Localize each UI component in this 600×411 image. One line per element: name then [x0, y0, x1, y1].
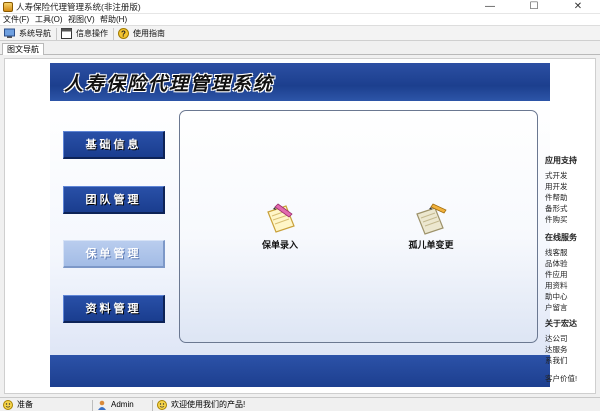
- side-heading: 在线服务: [545, 233, 577, 242]
- menu-bar: 文件(F) 工具(O) 视图(V) 帮助(H): [0, 14, 600, 25]
- svg-text:?: ?: [121, 30, 126, 39]
- side-link[interactable]: 助中心: [545, 292, 568, 301]
- side-link[interactable]: 系我们: [545, 356, 568, 365]
- side-link[interactable]: 品体验: [545, 259, 568, 268]
- window-icon: [61, 28, 72, 39]
- work-area: [179, 110, 538, 343]
- user-guide-label: 使用指南: [133, 29, 165, 38]
- side-link[interactable]: 用开发: [545, 182, 568, 191]
- footer-bar: [50, 355, 550, 387]
- banner: 人寿保险代理管理系统: [50, 63, 550, 101]
- status-user: Admin: [97, 399, 147, 411]
- status-ready-icon: [3, 400, 13, 410]
- side-heading: 关于宏达: [545, 319, 577, 328]
- system-nav-button[interactable]: 系统导航: [2, 27, 54, 40]
- side-link[interactable]: 件帮助: [545, 193, 568, 202]
- info-ops-button[interactable]: 信息操作: [59, 27, 111, 40]
- toolbar: 系统导航 信息操作 ? 使用指南: [0, 25, 600, 41]
- maximize-button[interactable]: ☐: [512, 0, 556, 14]
- orphan-policy-change-button[interactable]: 孤儿单变更: [391, 200, 471, 260]
- side-link[interactable]: 备形式: [545, 204, 568, 213]
- nav-basic-info-button[interactable]: 基础信息: [63, 131, 165, 159]
- welcome-icon: [157, 400, 167, 410]
- monitor-icon: [4, 28, 15, 38]
- nav-document-management-button[interactable]: 资料管理: [63, 295, 165, 323]
- menu-help[interactable]: 帮助(H): [100, 14, 127, 25]
- status-divider: [152, 400, 153, 411]
- nav-policy-management-button[interactable]: 保单管理: [63, 240, 165, 268]
- toolbar-divider: [56, 28, 57, 40]
- minimize-button[interactable]: —: [468, 0, 512, 14]
- user-icon: [98, 400, 106, 410]
- nav-team-management-button[interactable]: 团队管理: [63, 186, 165, 214]
- side-link[interactable]: 达公司: [545, 334, 568, 343]
- info-ops-label: 信息操作: [76, 29, 108, 38]
- side-heading: 应用支持: [545, 156, 577, 165]
- system-nav-label: 系统导航: [19, 29, 51, 38]
- status-bar: 准备 Admin 欢迎使用我们的产品!: [0, 397, 600, 411]
- help-icon: ?: [118, 28, 129, 39]
- status-welcome: 欢迎使用我们的产品!: [157, 399, 287, 411]
- side-links-panel: 应用支持 式开发 用开发 件帮助 备形式 件购买 在线服务 线客服 品体验 件应…: [545, 130, 595, 385]
- side-link[interactable]: 线客服: [545, 248, 568, 257]
- side-link[interactable]: 式开发: [545, 171, 568, 180]
- side-link[interactable]: 件应用: [545, 270, 568, 279]
- tab-graphic-nav[interactable]: 图文导航: [2, 43, 44, 55]
- menu-view[interactable]: 视图(V): [68, 14, 95, 25]
- policy-entry-icon: [267, 203, 295, 233]
- menu-file[interactable]: 文件(F): [3, 14, 29, 25]
- side-tagline: 客户价值!: [545, 374, 578, 383]
- orphan-policy-change-icon: [416, 203, 447, 235]
- title-bar: 人寿保险代理管理系统(非注册版) — ☐ ✕: [0, 0, 600, 14]
- side-link[interactable]: 件购买: [545, 215, 568, 224]
- policy-entry-button[interactable]: 保单录入: [240, 200, 320, 260]
- status-welcome-text: 欢迎使用我们的产品!: [171, 400, 246, 409]
- toolbar-divider: [113, 28, 114, 40]
- status-user-text: Admin: [111, 400, 134, 409]
- policy-entry-label: 保单录入: [261, 240, 298, 250]
- app-icon: [3, 2, 13, 12]
- orphan-policy-change-label: 孤儿单变更: [408, 240, 454, 250]
- menu-tools[interactable]: 工具(O): [35, 14, 63, 25]
- close-button[interactable]: ✕: [556, 0, 600, 14]
- side-link[interactable]: 达服务: [545, 345, 568, 354]
- banner-title: 人寿保险代理管理系统: [64, 73, 275, 95]
- tab-strip: 图文导航: [0, 42, 600, 55]
- window-title: 人寿保险代理管理系统(非注册版): [16, 2, 141, 12]
- status-divider: [92, 400, 93, 411]
- status-ready-text: 准备: [17, 400, 33, 409]
- side-link[interactable]: 户留言: [545, 303, 568, 312]
- side-link[interactable]: 用资料: [545, 281, 568, 290]
- user-guide-button[interactable]: ? 使用指南: [116, 27, 168, 40]
- status-ready: 准备: [3, 399, 83, 411]
